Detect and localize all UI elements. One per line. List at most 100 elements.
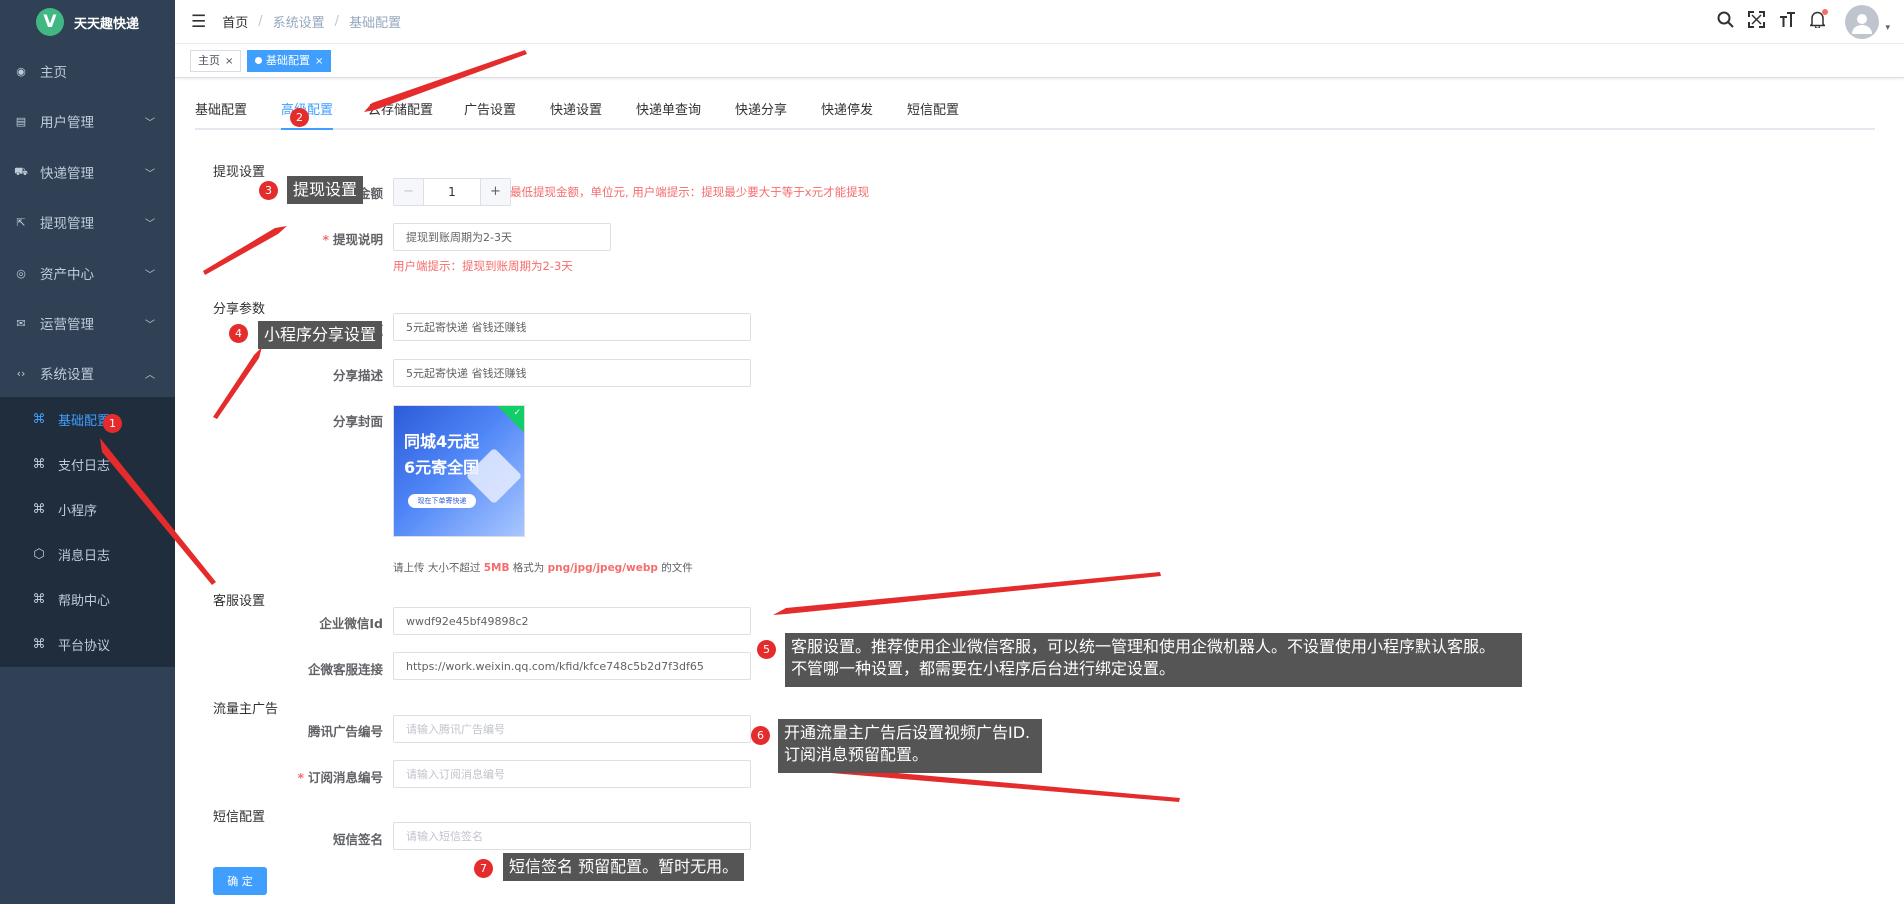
section-withdraw: 提现设置 xyxy=(213,165,266,180)
breadcrumb-system[interactable]: 系统设置 xyxy=(273,12,325,31)
share-desc-input[interactable] xyxy=(393,359,751,387)
sidebar-item-express[interactable]: ⛟ 快递管理 ﹀ xyxy=(0,147,175,197)
tags-view: 主页 × 基础配置 × xyxy=(175,44,1904,78)
cube-icon: ⬡ xyxy=(33,547,45,562)
truck-icon: ⛟ xyxy=(14,164,28,178)
sidebar-item-label: 快递管理 xyxy=(40,166,94,182)
sidebar-subitem-help[interactable]: ⌘ 帮助中心 xyxy=(0,577,175,622)
sidebar-subitem-miniprogram[interactable]: ⌘ 小程序 xyxy=(0,487,175,532)
min-withdraw-stepper[interactable]: − 1 + xyxy=(393,178,511,206)
sidebar-item-label: 提现管理 xyxy=(40,216,94,232)
tag-home[interactable]: 主页 × xyxy=(190,50,242,72)
tab-basic[interactable]: 基础配置 xyxy=(195,100,247,130)
navbar: ☰ 首页 / 系统设置 / 基础配置 ▾ xyxy=(175,0,1904,44)
chevron-down-icon: ﹀ xyxy=(145,117,155,129)
font-size-icon[interactable] xyxy=(1779,11,1796,33)
label-wechat-id: 企业微信Id xyxy=(319,616,383,631)
dashboard-icon: ◉ xyxy=(16,64,26,78)
sidebar-subitem-message-log[interactable]: ⬡ 消息日志 xyxy=(0,532,175,577)
min-withdraw-hint: 最低提现金额，单位元, 用户端提示：提现最少要大于等于x元才能提现 xyxy=(510,185,870,199)
withdraw-desc-hint: 用户端提示：提现到账周期为2-3天 xyxy=(393,259,573,273)
confirm-button[interactable]: 确 定 xyxy=(213,867,267,895)
sidebar-item-label: 用户管理 xyxy=(40,115,94,131)
logo-icon: V xyxy=(36,8,64,36)
sidebar-item-label: 小程序 xyxy=(58,504,98,519)
sidebar-item-label: 系统设置 xyxy=(40,367,94,383)
fullscreen-icon[interactable] xyxy=(1748,11,1766,33)
withdraw-desc-input[interactable] xyxy=(393,223,611,251)
sidebar-item-system[interactable]: ‹› 系统设置 ︿ xyxy=(0,348,175,398)
tab-ads[interactable]: 广告设置 xyxy=(464,100,516,130)
grid-icon: ⌘ xyxy=(32,457,46,472)
section-sms: 短信配置 xyxy=(213,810,266,825)
annotation-callout-3: 提现设置 xyxy=(287,176,364,204)
breadcrumb: 首页 / 系统设置 / 基础配置 xyxy=(222,12,402,31)
share-cover-image[interactable]: 同城4元起 6元寄全国 现在下单寄快递 ✓ xyxy=(393,405,525,537)
sidebar: V 天天趣快递 ◉ 主页 ▤ 用户管理 ﹀ ⛟ 快递管理 ﹀ ⇱ 提现管理 ﹀ … xyxy=(0,0,175,904)
mail-icon: ✉ xyxy=(16,316,26,330)
label-sms-sign: 短信签名 xyxy=(332,832,383,847)
annotation-callout-7: 短信签名 预留配置。暂时无用。 xyxy=(503,853,745,881)
annotation-marker-4: 4 xyxy=(229,324,248,343)
sidebar-item-assets[interactable]: ◎ 资产中心 ﹀ xyxy=(0,248,175,298)
tab-sms[interactable]: 短信配置 xyxy=(907,100,959,130)
sms-sign-input[interactable] xyxy=(393,822,751,850)
tencent-ad-input[interactable] xyxy=(393,715,751,743)
sidebar-subitem-agreement[interactable]: ⌘ 平台协议 xyxy=(0,622,175,667)
breadcrumb-home[interactable]: 首页 xyxy=(222,12,248,31)
sidebar-item-label: 运营管理 xyxy=(40,317,94,333)
tag-current[interactable]: 基础配置 × xyxy=(247,50,332,72)
tab-cloud-storage[interactable]: 云存储配置 xyxy=(368,100,433,130)
annotation-marker-3: 3 xyxy=(259,181,278,200)
sidebar-item-withdraw[interactable]: ⇱ 提现管理 ﹀ xyxy=(0,197,175,247)
annotation-marker-1: 1 xyxy=(103,414,122,433)
subscribe-input[interactable] xyxy=(393,760,751,788)
label-withdraw-desc: * 提现说明 xyxy=(322,232,383,247)
sidebar-item-home[interactable]: ◉ 主页 xyxy=(0,46,175,96)
wechat-id-input[interactable] xyxy=(393,607,751,635)
search-icon[interactable] xyxy=(1717,11,1735,33)
sidebar-subitem-basic-config[interactable]: ⌘ 基础配置 xyxy=(0,397,175,442)
label-subscribe: * 订阅消息编号 xyxy=(297,770,383,785)
grid-icon: ⌘ xyxy=(32,412,46,427)
tab-suspend[interactable]: 快递停发 xyxy=(821,100,873,130)
tab-tracking[interactable]: 快递单查询 xyxy=(636,100,701,130)
min-withdraw-value[interactable]: 1 xyxy=(424,179,480,205)
sidebar-item-users[interactable]: ▤ 用户管理 ﹀ xyxy=(0,96,175,146)
grid-icon: ⌘ xyxy=(32,502,46,517)
annotation-callout-4: 小程序分享设置 xyxy=(258,321,383,349)
close-icon[interactable]: × xyxy=(225,56,233,67)
sidebar-item-label: 消息日志 xyxy=(58,549,111,564)
label-tencent-ad: 腾讯广告编号 xyxy=(307,724,383,739)
chevron-up-icon: ︿ xyxy=(145,369,155,381)
code-icon: ‹› xyxy=(16,366,26,380)
notification-dot xyxy=(1822,9,1829,15)
minus-icon[interactable]: − xyxy=(394,179,424,205)
avatar[interactable] xyxy=(1845,5,1880,39)
annotation-marker-6: 6 xyxy=(751,726,770,745)
annotation-callout-6: 开通流量主广告后设置视频广告ID. 订阅消息预留配置。 xyxy=(778,719,1042,773)
caret-down-icon[interactable]: ▾ xyxy=(1885,23,1890,33)
sidebar-item-label: 帮助中心 xyxy=(58,594,111,609)
withdraw-icon: ⇱ xyxy=(16,215,26,229)
wechat-link-input[interactable] xyxy=(393,652,751,680)
sidebar-subitem-pay-log[interactable]: ⌘ 支付日志 xyxy=(0,442,175,487)
tab-share[interactable]: 快递分享 xyxy=(735,100,787,130)
section-service: 客服设置 xyxy=(213,594,266,609)
chevron-down-icon: ﹀ xyxy=(145,168,155,180)
label-share-desc: 分享描述 xyxy=(332,368,383,383)
sidebar-item-operations[interactable]: ✉ 运营管理 ﹀ xyxy=(0,298,175,348)
label-share-cover: 分享封面 xyxy=(332,414,383,429)
plus-icon[interactable]: + xyxy=(480,179,510,205)
system-submenu: ⌘ 基础配置 ⌘ 支付日志 ⌘ 小程序 ⬡ 消息日志 ⌘ 帮助中心 ⌘ 平台协议 xyxy=(0,397,175,667)
config-tabs: 基础配置 高级配置 云存储配置 广告设置 快递设置 快递单查询 快递分享 快递停… xyxy=(195,100,1875,130)
tab-express[interactable]: 快递设置 xyxy=(550,100,602,130)
share-title-input[interactable] xyxy=(393,313,751,341)
bell-icon[interactable] xyxy=(1809,9,1829,33)
grid-icon: ⌘ xyxy=(32,592,46,607)
close-icon[interactable]: × xyxy=(315,56,323,67)
navbar-right: ▾ xyxy=(1717,0,1904,44)
hamburger-icon[interactable]: ☰ xyxy=(191,12,206,32)
logo[interactable]: V 天天趣快递 xyxy=(0,0,175,44)
app-name: 天天趣快递 xyxy=(74,16,140,32)
